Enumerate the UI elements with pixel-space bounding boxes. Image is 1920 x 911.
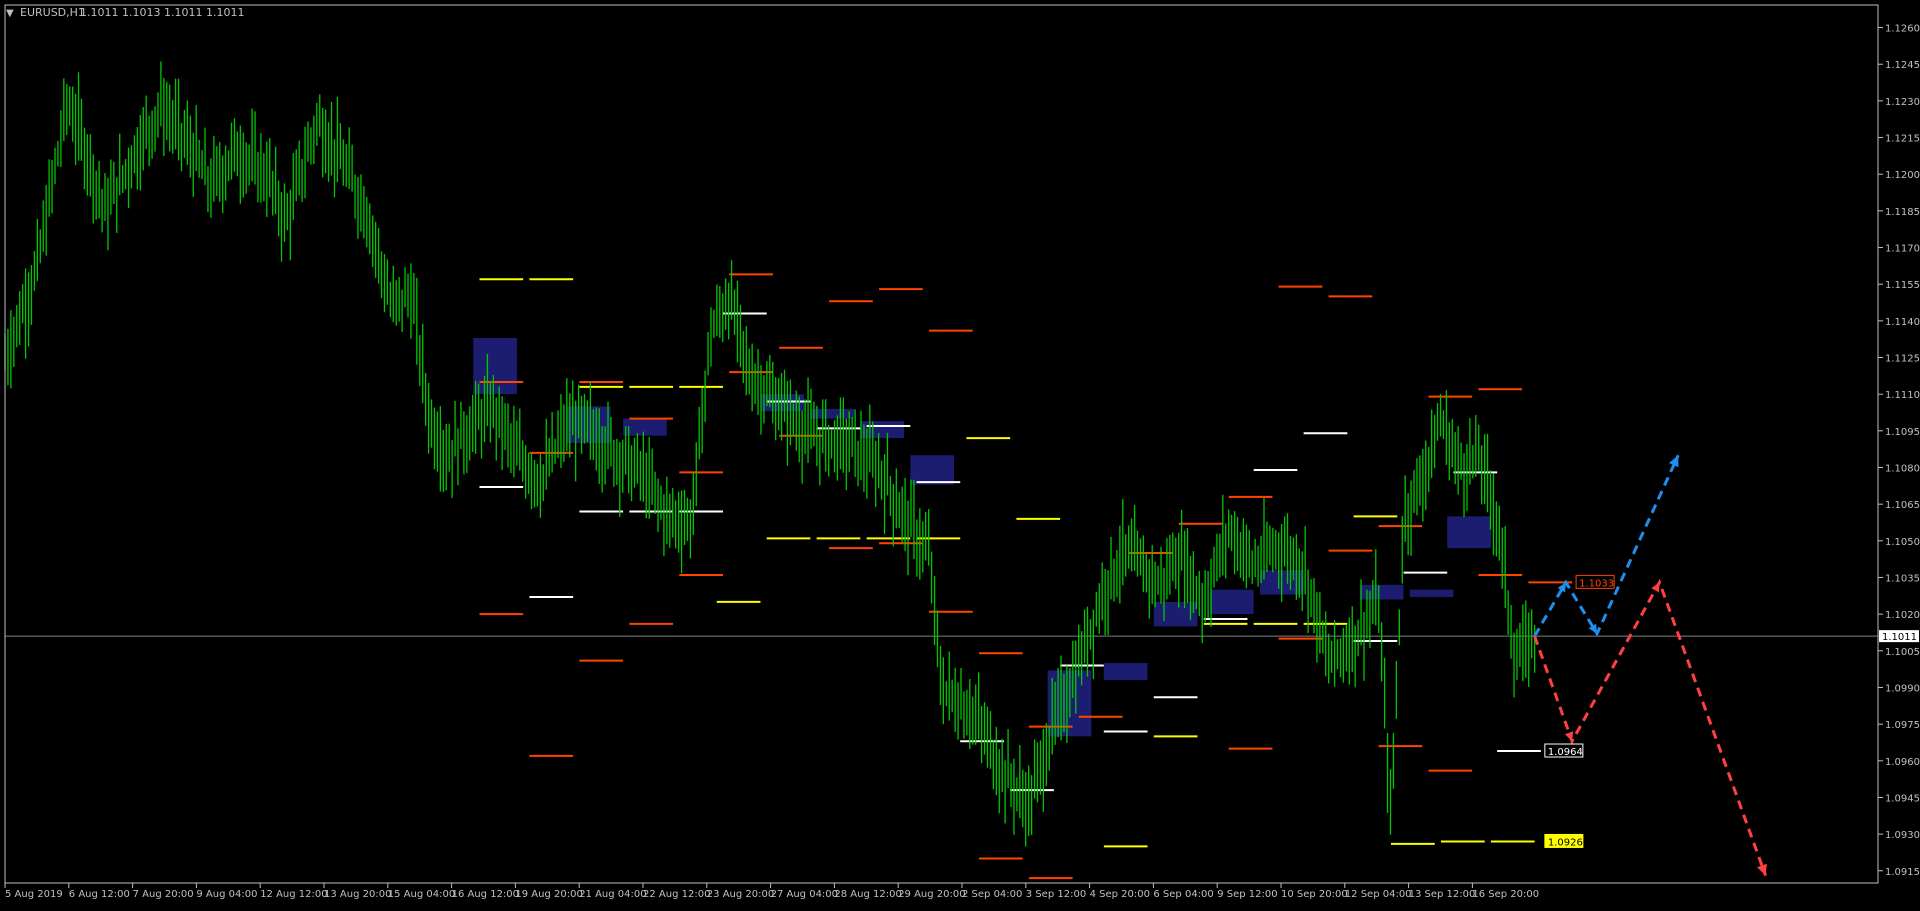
x-tick-label: 28 Aug 12:00 [834,889,901,900]
y-tick-label: 1.1155 [1885,280,1920,291]
zone-box [566,406,611,444]
x-tick-label: 12 Aug 12:00 [260,889,327,900]
y-tick-label: 1.0990 [1885,683,1920,694]
y-tick-label: 1.1260 [1885,24,1920,35]
y-tick-label: 1.0960 [1885,757,1920,768]
x-tick-label: 9 Aug 04:00 [196,889,257,900]
price-label-yellow: 1.0926 [1548,837,1583,848]
y-tick-label: 1.1065 [1885,500,1920,511]
x-tick-label: 13 Aug 20:00 [324,889,391,900]
zone-box [1209,589,1254,615]
chart-background [0,0,1920,907]
zone-box [473,337,517,395]
y-tick-label: 1.1125 [1885,354,1920,365]
y-tick-label: 1.0975 [1885,720,1920,731]
zone-box [1103,663,1148,681]
x-tick-label: 5 Aug 2019 [5,889,63,900]
zone-box [1447,516,1491,549]
price-label-orange: 1.1033 [1579,578,1614,589]
x-tick-label: 6 Sep 04:00 [1153,889,1213,900]
y-tick-label: 1.1200 [1885,170,1920,181]
x-tick-label: 7 Aug 20:00 [133,889,194,900]
x-tick-label: 13 Sep 12:00 [1409,889,1476,900]
y-tick-label: 1.0945 [1885,793,1920,804]
x-tick-label: 23 Aug 20:00 [707,889,774,900]
zone-box [1409,589,1454,598]
x-tick-label: 21 Aug 04:00 [579,889,646,900]
title-bar: ▼ EURUSD,H1 1.1011 1.1013 1.1011 1.1011 [6,6,244,19]
price-chart[interactable]: 1.1260 1.1245 1.1230 1.1215 1.1200 1.1185 1.11… [0,0,1920,907]
x-tick-label: 27 Aug 04:00 [771,889,838,900]
collapse-triangle-icon[interactable]: ▼ [6,8,14,19]
y-tick-label: 1.1035 [1885,573,1920,584]
y-tick-label: 1.1050 [1885,537,1920,548]
ohlc-readout: 1.1011 1.1013 1.1011 1.1011 [80,6,244,19]
y-tick-label: 1.1215 [1885,134,1920,145]
y-tick-label: 1.1020 [1885,610,1920,621]
y-tick-label: 1.1140 [1885,317,1920,328]
y-tick-label: 1.1110 [1885,390,1920,401]
y-tick-label: 1.0930 [1885,830,1920,841]
y-tick-label: 1.1095 [1885,427,1920,438]
x-tick-label: 4 Sep 20:00 [1090,889,1150,900]
zone-box [623,418,667,436]
x-tick-label: 12 Sep 04:00 [1345,889,1412,900]
price-label-white: 1.0964 [1548,747,1583,758]
y-tick-label: 1.1080 [1885,463,1920,474]
x-tick-label: 22 Aug 12:00 [643,889,710,900]
x-tick-label: 6 Aug 12:00 [69,889,130,900]
symbol-title: EURUSD,H1 [20,6,85,19]
current-price-label: 1.1011 [1882,632,1917,643]
y-tick-label: 1.1170 [1885,244,1920,255]
x-tick-label: 16 Sep 20:00 [1472,889,1539,900]
y-tick-label: 1.0915 [1885,867,1920,878]
zone-box [910,455,954,485]
x-tick-label: 3 Sep 12:00 [1026,889,1086,900]
chart-window[interactable]: 1.1260 1.1245 1.1230 1.1215 1.1200 1.1185 1.11… [0,0,1920,907]
y-tick-label: 1.1245 [1885,60,1920,71]
y-tick-label: 1.1185 [1885,207,1920,218]
x-tick-label: 19 Aug 20:00 [515,889,582,900]
x-tick-label: 9 Sep 12:00 [1217,889,1277,900]
x-tick-label: 16 Aug 12:00 [452,889,519,900]
x-tick-label: 10 Sep 20:00 [1281,889,1348,900]
x-tick-label: 29 Aug 20:00 [898,889,965,900]
y-tick-label: 1.1005 [1885,647,1920,658]
x-tick-label: 2 Sep 04:00 [962,889,1022,900]
y-tick-label: 1.1230 [1885,97,1920,108]
x-tick-label: 15 Aug 04:00 [388,889,455,900]
